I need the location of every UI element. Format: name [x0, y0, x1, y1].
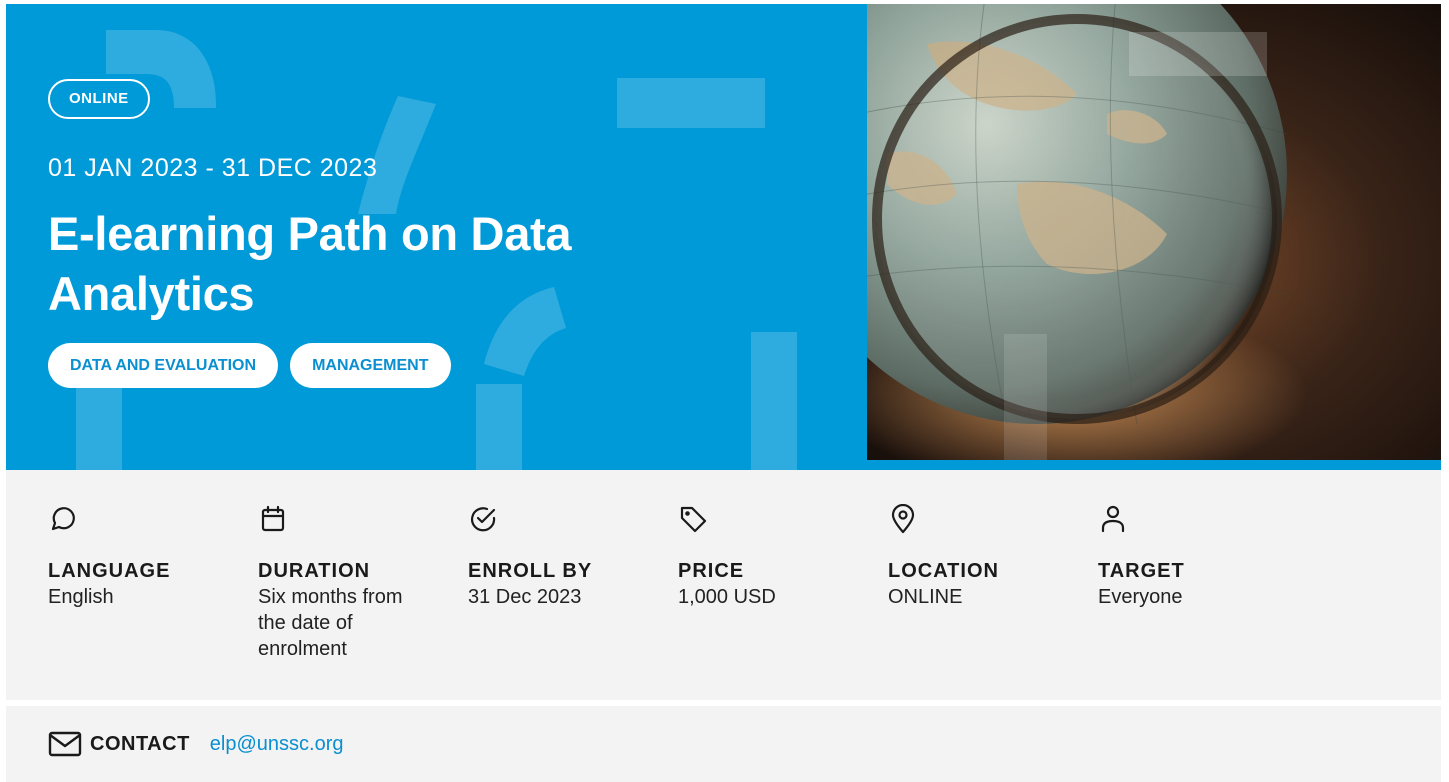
map-pin-icon — [891, 504, 915, 534]
price-tag-icon — [680, 506, 707, 533]
contact-bar: CONTACT elp@unssc.org — [6, 706, 1441, 782]
info-location-label: LOCATION — [888, 560, 999, 582]
tag-data-and-evaluation[interactable]: DATA AND EVALUATION — [48, 343, 279, 388]
envelope-icon — [48, 731, 82, 757]
info-target: TARGET Everyone — [1098, 504, 1298, 610]
info-price: PRICE 1,000 USD — [678, 504, 878, 610]
tag-management[interactable]: MANAGEMENT — [290, 343, 451, 388]
person-icon — [1101, 505, 1125, 533]
contact-email-link[interactable]: elp@unssc.org — [210, 733, 344, 756]
info-enroll-by-value: 31 Dec 2023 — [468, 586, 582, 608]
info-price-label: PRICE — [678, 560, 745, 582]
info-location-value: ONLINE — [888, 586, 963, 608]
calendar-icon — [261, 505, 285, 532]
info-duration: DURATION Six months from the date of enr… — [258, 504, 458, 662]
info-enroll-by-label: ENROLL BY — [468, 560, 593, 582]
info-target-label: TARGET — [1098, 560, 1185, 582]
info-duration-value: Six months from the date of enrolment — [258, 586, 403, 660]
course-info-bar: LANGUAGE English DURATION Six months fro… — [6, 470, 1441, 700]
globe-magnifier-image — [867, 4, 1441, 470]
hero-panel: ONLINE 01 JAN 2023 - 31 DEC 2023 E-learn… — [6, 4, 867, 470]
topic-tags: DATA AND EVALUATION MANAGEMENT — [48, 343, 451, 388]
info-language: LANGUAGE English — [48, 504, 248, 610]
info-price-value: 1,000 USD — [678, 586, 776, 608]
course-hero: ONLINE 01 JAN 2023 - 31 DEC 2023 E-learn… — [6, 4, 1441, 470]
check-circle-icon — [470, 507, 496, 532]
hero-image — [867, 4, 1441, 470]
delivery-mode-badge: ONLINE — [48, 79, 150, 119]
info-duration-label: DURATION — [258, 560, 371, 582]
contact-label: CONTACT — [90, 732, 190, 755]
info-target-value: Everyone — [1098, 586, 1183, 608]
speech-bubble-icon — [51, 507, 75, 531]
contact-row: CONTACT elp@unssc.org — [48, 730, 343, 758]
info-enroll-by: ENROLL BY 31 Dec 2023 — [468, 504, 668, 610]
info-language-label: LANGUAGE — [48, 560, 171, 582]
info-language-value: English — [48, 586, 114, 608]
course-title: E-learning Path on Data Analytics — [48, 207, 572, 320]
info-location: LOCATION ONLINE — [888, 504, 1088, 610]
course-dates: 01 JAN 2023 - 31 DEC 2023 — [48, 154, 378, 182]
